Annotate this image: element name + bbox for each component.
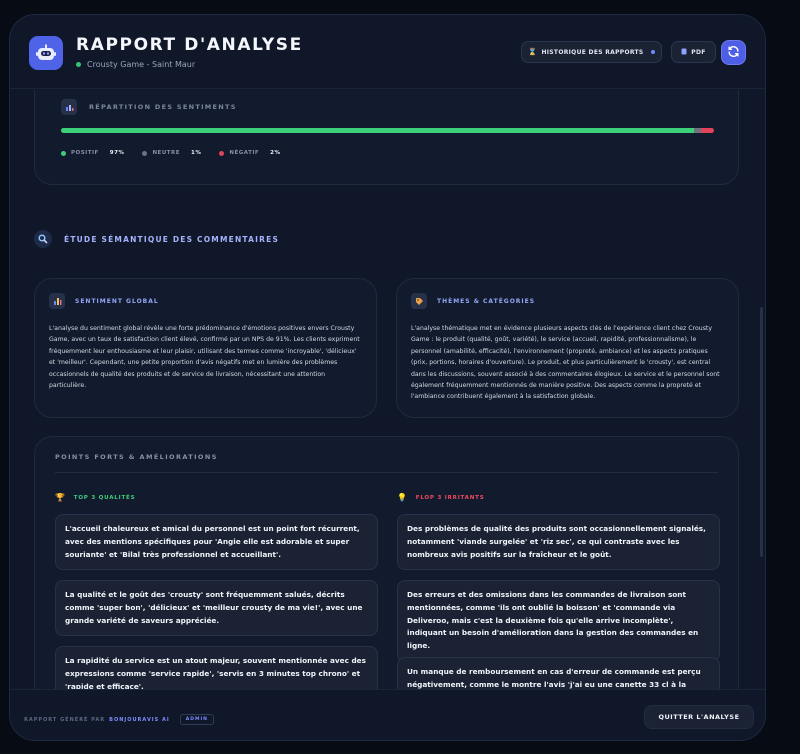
- top-quality-item: L'accueil chaleureux et amical du person…: [55, 514, 378, 571]
- top-qualities-label: TOP 3 QUALITÉS: [73, 494, 136, 501]
- positive-label: POSITIF: [71, 150, 99, 156]
- notification-dot-icon: [650, 50, 655, 54]
- negative-label: NÉGATIF: [229, 150, 260, 156]
- report-content[interactable]: RÉPARTITION DES SENTIMENTS POSITIF 97% N…: [10, 90, 765, 690]
- content-scrollbar[interactable]: [760, 307, 763, 557]
- admin-badge: ADMIN: [179, 714, 214, 725]
- history-button[interactable]: ⌛ HISTORIQUE DES RAPPORTS: [521, 41, 662, 63]
- sentiment-bar-positive: [61, 128, 695, 133]
- report-header: RAPPORT D'ANALYSE Crousty Game - Saint M…: [10, 15, 765, 89]
- flop-irritant-item: Des erreurs et des omissions dans les co…: [397, 580, 720, 662]
- pdf-button[interactable]: PDF: [671, 41, 716, 63]
- bar-chart-icon: [49, 293, 65, 309]
- themes-label: THÈMES & CATÉGORIES: [437, 297, 536, 305]
- robot-logo-icon: [29, 36, 63, 70]
- top-quality-item: La rapidité du service est un atout maje…: [55, 646, 378, 690]
- report-footer: RAPPORT GÉNÉRÉ PAR BONJOURAVIS AI ADMIN …: [10, 689, 765, 740]
- top-qualities-heading: 🏆 TOP 3 QUALITÉS: [55, 493, 135, 502]
- sentiment-distribution-card: RÉPARTITION DES SENTIMENTS POSITIF 97% N…: [34, 90, 739, 185]
- strengths-title: POINTS FORTS & AMÉLIORATIONS: [55, 453, 218, 461]
- semantic-study-heading: ÉTUDE SÉMANTIQUE DES COMMENTAIRES: [34, 230, 279, 248]
- negative-dot-icon: [219, 150, 225, 156]
- trophy-icon: 🏆: [55, 493, 66, 502]
- refresh-button[interactable]: [721, 40, 746, 65]
- global-sentiment-text: L'analyse du sentiment global révèle une…: [49, 325, 360, 390]
- themes-text: L'analyse thématique met en évidence plu…: [411, 325, 720, 401]
- global-sentiment-label: SENTIMENT GLOBAL: [75, 297, 159, 305]
- chart-icon: [61, 99, 77, 115]
- positive-dot-icon: [61, 150, 66, 156]
- generated-by: RAPPORT GÉNÉRÉ PAR BONJOURAVIS AI ADMIN: [24, 714, 214, 725]
- report-window: RAPPORT D'ANALYSE Crousty Game - Saint M…: [9, 14, 766, 741]
- legend-negative: NÉGATIF 2%: [219, 150, 280, 156]
- legend-positive: POSITIF 97%: [61, 150, 124, 156]
- sentiment-bar-negative: [700, 128, 714, 133]
- sentiment-legend: POSITIF 97% NEUTRE 1% NÉGATIF 2%: [61, 150, 280, 156]
- neutral-dot-icon: [142, 150, 148, 156]
- strengths-improvements-card: POINTS FORTS & AMÉLIORATIONS 🏆 TOP 3 QUA…: [34, 436, 739, 690]
- history-button-label: HISTORIQUE DES RAPPORTS: [541, 48, 644, 56]
- negative-value: 2%: [270, 150, 281, 156]
- quit-analysis-button[interactable]: QUITTER L'ANALYSE: [644, 705, 754, 729]
- refresh-icon: [727, 43, 740, 62]
- flop-irritant-item: Des problèmes de qualité des produits so…: [397, 514, 720, 571]
- establishment-name: Crousty Game - Saint Maur: [87, 60, 196, 69]
- flop-irritants-label: FLOP 3 IRRITANTS: [415, 494, 485, 501]
- flop-irritants-heading: 💡 FLOP 3 IRRITANTS: [397, 493, 484, 502]
- legend-neutral: NEUTRE 1%: [142, 150, 201, 156]
- semantic-study-title: ÉTUDE SÉMANTIQUE DES COMMENTAIRES: [64, 234, 280, 244]
- sentiment-bar: [61, 128, 714, 133]
- neutral-label: NEUTRE: [152, 150, 181, 156]
- generated-by-prefix: RAPPORT GÉNÉRÉ PAR: [24, 716, 106, 723]
- hourglass-icon: ⌛: [528, 48, 538, 56]
- establishment-subtitle: Crousty Game - Saint Maur: [76, 60, 195, 69]
- divider: [55, 472, 718, 473]
- global-sentiment-card: SENTIMENT GLOBAL L'analyse du sentiment …: [34, 278, 377, 418]
- pdf-button-label: PDF: [691, 48, 706, 56]
- sentiment-section-label: RÉPARTITION DES SENTIMENTS: [89, 103, 237, 111]
- flop-irritant-item: Un manque de remboursement en cas d'erre…: [397, 657, 720, 690]
- lightbulb-icon: 💡: [397, 493, 408, 502]
- document-icon: [681, 48, 687, 57]
- tag-icon: [411, 293, 427, 309]
- generator-brand: BONJOURAVIS AI: [109, 716, 170, 723]
- status-dot-icon: [76, 62, 81, 67]
- neutral-value: 1%: [191, 150, 202, 156]
- page-title: RAPPORT D'ANALYSE: [76, 35, 303, 55]
- top-quality-item: La qualité et le goût des 'crousty' sont…: [55, 580, 378, 637]
- themes-categories-card: THÈMES & CATÉGORIES L'analyse thématique…: [396, 278, 739, 418]
- positive-value: 97%: [109, 150, 125, 156]
- magnifier-icon: [34, 230, 52, 248]
